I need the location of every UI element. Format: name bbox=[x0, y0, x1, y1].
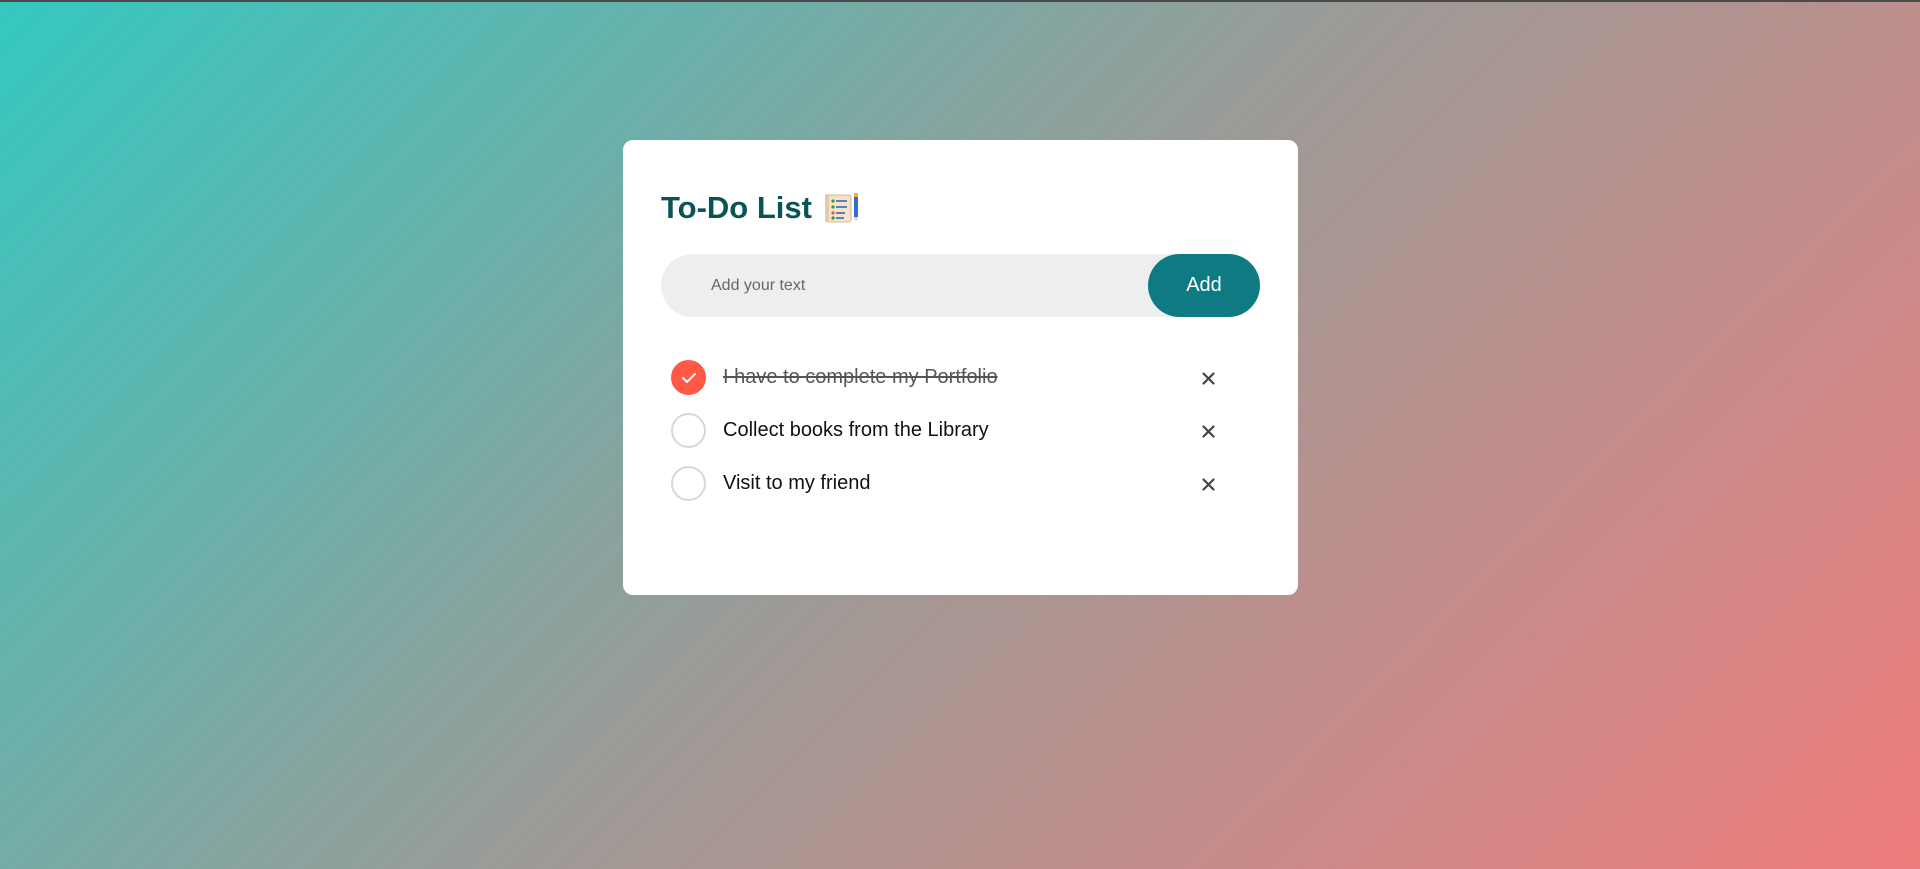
task-list: I have to complete my Portfolio Collect … bbox=[661, 351, 1260, 510]
close-icon[interactable] bbox=[1198, 422, 1218, 442]
task-text: Collect books from the Library bbox=[723, 419, 989, 441]
title-row: To-Do List bbox=[661, 188, 1260, 228]
todo-card: To-Do List Add your text Add I have to c… bbox=[623, 140, 1298, 595]
task-text: I have to complete my Portfolio bbox=[723, 366, 998, 388]
task-checkbox-checked[interactable] bbox=[671, 360, 706, 395]
close-icon[interactable] bbox=[1198, 475, 1218, 495]
task-item[interactable]: Visit to my friend bbox=[661, 457, 1260, 510]
task-checkbox[interactable] bbox=[671, 466, 706, 501]
add-button[interactable]: Add bbox=[1148, 254, 1260, 317]
task-item[interactable]: Collect books from the Library bbox=[661, 404, 1260, 457]
input-row: Add bbox=[661, 254, 1260, 317]
task-input[interactable] bbox=[661, 254, 1148, 317]
task-text: Visit to my friend bbox=[723, 472, 871, 494]
task-item[interactable]: I have to complete my Portfolio bbox=[661, 351, 1260, 404]
page-title: To-Do List bbox=[661, 190, 812, 225]
checklist-icon bbox=[824, 192, 860, 224]
close-icon[interactable] bbox=[1198, 369, 1218, 389]
task-checkbox[interactable] bbox=[671, 413, 706, 448]
checkmark-icon bbox=[681, 372, 696, 383]
